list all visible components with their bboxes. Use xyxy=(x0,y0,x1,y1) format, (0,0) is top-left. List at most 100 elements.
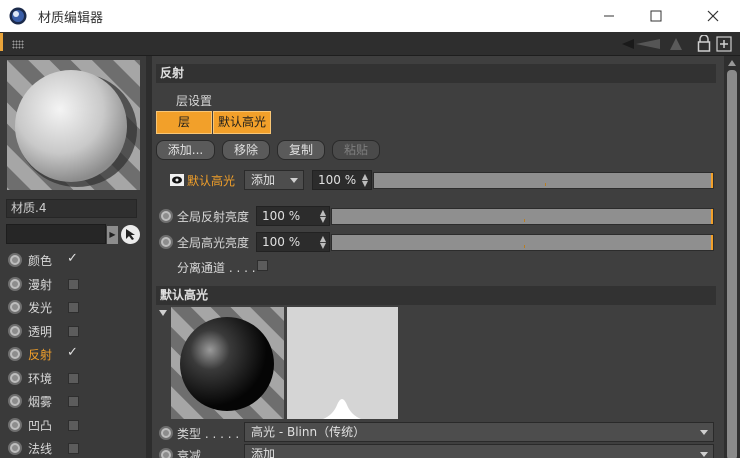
channel-item[interactable]: 环境 xyxy=(8,368,144,388)
nav-up-arrow-icon[interactable] xyxy=(668,36,684,52)
blend-mode-select[interactable]: 添加 xyxy=(244,170,304,190)
eye-icon[interactable] xyxy=(170,174,184,186)
material-preview[interactable] xyxy=(7,60,140,190)
channel-anim-radio[interactable] xyxy=(8,347,22,361)
spec-type-select[interactable]: 高光 - Blinn（传统） xyxy=(244,422,714,442)
slider-fill xyxy=(711,173,713,188)
scroll-up-icon[interactable] xyxy=(728,60,736,66)
channel-label[interactable]: 环境 xyxy=(28,370,52,387)
global-reflect-anim-radio[interactable] xyxy=(159,209,173,223)
spec-falloff-graph xyxy=(287,307,398,419)
material-editor-window: 材质编辑器 材质.4 ▶ 颜色 ✓ 漫射 发光 透明 反射 ✓ 环境 烟雾 凹凸… xyxy=(0,0,740,458)
attenuation-label: 衰减 xyxy=(177,449,202,458)
falloff-curve-graph xyxy=(323,399,361,419)
copy-layer-button[interactable]: 复制 xyxy=(277,140,325,160)
nav-back-arrow-icon[interactable] xyxy=(620,36,662,52)
spinner-icon: ▲ ▼ xyxy=(319,234,326,250)
vertical-scrollbar[interactable] xyxy=(724,56,740,458)
channel-checkbox[interactable] xyxy=(68,302,79,313)
slider-fill xyxy=(711,235,713,250)
section-header-default-spec: 默认高光 xyxy=(156,286,716,305)
blend-mode-value: 添加 xyxy=(251,173,276,187)
layer-opacity-field[interactable]: 100 % ▲ ▼ xyxy=(312,170,372,190)
channel-checkbox[interactable] xyxy=(68,396,79,407)
maximize-icon xyxy=(650,10,662,22)
layer-settings-label: 层设置 xyxy=(176,94,213,108)
maximize-button[interactable] xyxy=(633,0,679,32)
expand-arrow-button[interactable]: ▶ xyxy=(107,226,118,244)
layer-opacity-value: 100 % xyxy=(318,173,357,187)
pick-cursor-button[interactable] xyxy=(121,225,140,244)
add-layer-button[interactable]: 添加... xyxy=(156,140,215,160)
channel-item[interactable]: 透明 xyxy=(8,321,144,341)
minimize-icon xyxy=(604,15,614,17)
slider-midpoint-tick xyxy=(524,219,525,222)
channel-item[interactable]: 发光 xyxy=(8,297,144,317)
channel-item[interactable]: 法线 xyxy=(8,438,144,458)
channel-checkbox[interactable] xyxy=(68,420,79,431)
channel-filter-field[interactable] xyxy=(6,224,106,244)
global-spec-slider[interactable] xyxy=(331,234,714,251)
channel-label[interactable]: 发光 xyxy=(28,299,52,316)
edge-accent xyxy=(0,33,3,51)
lock-icon[interactable] xyxy=(697,35,711,52)
new-panel-icon[interactable] xyxy=(716,36,732,52)
tab-layer[interactable]: 层 xyxy=(156,111,212,134)
global-reflect-label: 全局反射亮度 xyxy=(177,210,250,224)
channel-checkbox[interactable] xyxy=(68,279,79,290)
checkmark-icon[interactable]: ✓ xyxy=(67,345,78,360)
channel-anim-radio[interactable] xyxy=(8,300,22,314)
channel-label[interactable]: 漫射 xyxy=(28,276,52,293)
channel-anim-radio[interactable] xyxy=(8,371,22,385)
channel-checkbox[interactable] xyxy=(68,326,79,337)
channel-item[interactable]: 颜色 ✓ xyxy=(8,250,144,270)
channel-checkbox[interactable] xyxy=(68,373,79,384)
channel-anim-radio[interactable] xyxy=(8,253,22,267)
global-spec-anim-radio[interactable] xyxy=(159,235,173,249)
channel-anim-radio[interactable] xyxy=(8,277,22,291)
minimize-button[interactable] xyxy=(586,0,632,32)
attenuation-select[interactable]: 添加 xyxy=(244,444,714,458)
checkmark-icon[interactable]: ✓ xyxy=(67,251,78,266)
attenuation-anim-radio[interactable] xyxy=(159,448,173,458)
toolbar xyxy=(0,32,740,56)
channel-anim-radio[interactable] xyxy=(8,418,22,432)
global-reflect-slider[interactable] xyxy=(331,208,714,225)
cursor-icon xyxy=(126,229,135,240)
channel-anim-radio[interactable] xyxy=(8,324,22,338)
channel-label[interactable]: 烟雾 xyxy=(28,393,52,410)
layer-opacity-slider[interactable] xyxy=(373,172,714,189)
channel-label[interactable]: 透明 xyxy=(28,323,52,340)
channel-label[interactable]: 颜色 xyxy=(28,252,52,269)
channel-anim-radio[interactable] xyxy=(8,394,22,408)
type-anim-radio[interactable] xyxy=(159,426,173,440)
separate-pass-label: 分离通道 . . . . xyxy=(177,261,256,275)
chevron-down-icon xyxy=(700,452,708,457)
channel-checkbox[interactable] xyxy=(68,443,79,454)
grip-icon[interactable] xyxy=(12,40,24,49)
channel-label[interactable]: 凹凸 xyxy=(28,417,52,434)
global-spec-label: 全局高光亮度 xyxy=(177,236,250,250)
sphere-preview-image xyxy=(7,60,140,190)
collapse-triangle-icon[interactable] xyxy=(159,310,167,316)
close-button[interactable] xyxy=(690,0,736,32)
spec-type-value: 高光 - Blinn（传统） xyxy=(251,425,366,439)
global-spec-field[interactable]: 100 % ▲ ▼ xyxy=(256,232,330,252)
separate-pass-checkbox[interactable] xyxy=(257,260,268,271)
channel-label[interactable]: 法线 xyxy=(28,440,52,457)
channel-label[interactable]: 反射 xyxy=(28,346,52,363)
paste-layer-button[interactable]: 粘贴 xyxy=(332,140,380,160)
material-name-field[interactable]: 材质.4 xyxy=(6,199,137,218)
channel-item[interactable]: 漫射 xyxy=(8,274,144,294)
slider-midpoint-tick xyxy=(524,245,525,248)
channel-item[interactable]: 反射 ✓ xyxy=(8,344,144,364)
remove-layer-button[interactable]: 移除 xyxy=(222,140,270,160)
channel-item[interactable]: 凹凸 xyxy=(8,415,144,435)
layer-name-label[interactable]: 默认高光 xyxy=(187,172,235,189)
tab-default-spec[interactable]: 默认高光 xyxy=(213,111,271,134)
global-reflect-field[interactable]: 100 % ▲ ▼ xyxy=(256,206,330,226)
global-reflect-value: 100 % xyxy=(262,209,301,223)
channel-item[interactable]: 烟雾 xyxy=(8,391,144,411)
scroll-thumb[interactable] xyxy=(727,70,737,458)
channel-anim-radio[interactable] xyxy=(8,441,22,455)
